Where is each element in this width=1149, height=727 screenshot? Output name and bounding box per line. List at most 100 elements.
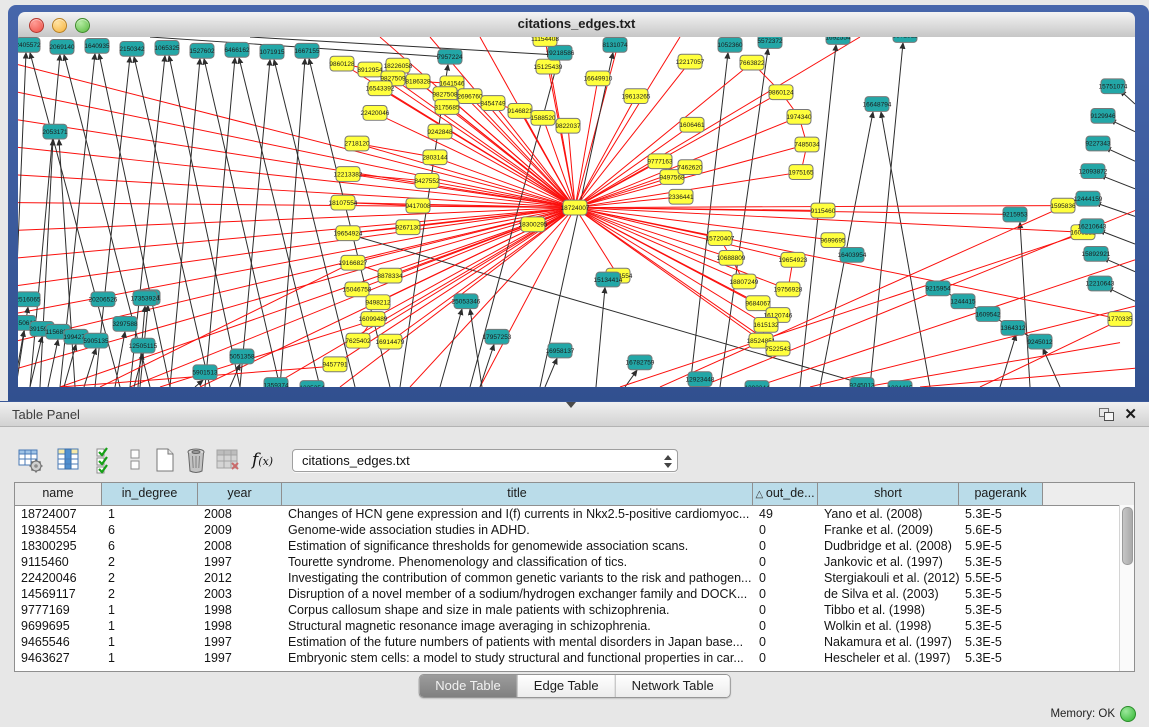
- graph-node[interactable]: 1974340: [786, 109, 812, 124]
- graph-node[interactable]: 12213382: [334, 167, 363, 182]
- graph-node[interactable]: 2516065: [18, 292, 41, 307]
- graph-node[interactable]: 1071915: [259, 44, 285, 59]
- table-cell[interactable]: 1: [102, 634, 198, 650]
- table-select-combo[interactable]: citations_edges.txt: [292, 449, 678, 472]
- graph-node[interactable]: 9777163: [647, 154, 673, 169]
- table-cell[interactable]: 5.3E-5: [959, 586, 1043, 602]
- table-cell[interactable]: Jankovic et al. (1997): [818, 554, 959, 570]
- table-cell[interactable]: Embryonic stem cells: a model to study s…: [282, 650, 753, 666]
- graph-node[interactable]: 16649910: [584, 71, 613, 86]
- graph-node[interactable]: 8131074: [602, 37, 628, 52]
- graph-node[interactable]: 9699695: [820, 233, 846, 248]
- graph-node[interactable]: 18807249: [730, 274, 759, 289]
- table-cell[interactable]: 5.3E-5: [959, 618, 1043, 634]
- table-cell[interactable]: 9777169: [15, 602, 102, 618]
- table-cell[interactable]: Tibbo et al. (1998): [818, 602, 959, 618]
- table-cell[interactable]: Genome-wide association studies in ADHD.: [282, 522, 753, 538]
- graph-node[interactable]: 5905135: [83, 333, 109, 348]
- table-row[interactable]: 1456911722003Disruption of a novel membe…: [15, 586, 1134, 602]
- graph-node[interactable]: 15751074: [1099, 79, 1128, 94]
- float-panel-icon[interactable]: [1099, 408, 1113, 421]
- splitter-grip[interactable]: [566, 402, 576, 408]
- table-cell[interactable]: 1: [102, 650, 198, 666]
- table-cell[interactable]: Hescheler et al. (1997): [818, 650, 959, 666]
- table-cell[interactable]: 49: [753, 506, 818, 522]
- graph-node[interactable]: 9267130: [395, 220, 421, 235]
- close-panel-icon[interactable]: ✕: [1124, 405, 1137, 423]
- graph-node[interactable]: 15720407: [706, 231, 735, 246]
- graph-node[interactable]: 16210643: [1078, 219, 1107, 234]
- table-row[interactable]: 946362711997Embryonic stem cells: a mode…: [15, 650, 1134, 666]
- graph-node[interactable]: 12093872: [1079, 164, 1108, 179]
- table-cell[interactable]: 2: [102, 554, 198, 570]
- table-cell[interactable]: 19384554: [15, 522, 102, 538]
- graph-node[interactable]: 1292344: [744, 381, 770, 387]
- graph-node[interactable]: 5051358: [229, 349, 255, 364]
- table-cell[interactable]: Tourette syndrome. Phenomenology and cla…: [282, 554, 753, 570]
- graph-node[interactable]: 9457791: [322, 357, 348, 372]
- table-cell[interactable]: 2008: [198, 538, 282, 554]
- graph-node[interactable]: 11154408: [531, 37, 559, 46]
- graph-node[interactable]: 1335254: [299, 381, 325, 387]
- graph-node[interactable]: 9417008: [405, 198, 431, 213]
- graph-node[interactable]: 1770335: [1107, 312, 1133, 327]
- graph-node[interactable]: 9860124: [768, 85, 794, 100]
- graph-node[interactable]: 2336441: [668, 189, 694, 204]
- table-cell[interactable]: 0: [753, 570, 818, 586]
- graph-node[interactable]: 16099489: [359, 312, 388, 327]
- table-cell[interactable]: Estimation of the future numbers of pati…: [282, 634, 753, 650]
- table-cell[interactable]: 0: [753, 554, 818, 570]
- graph-node[interactable]: 9146821: [507, 104, 533, 119]
- table-row[interactable]: 1872400712008Changes of HCN gene express…: [15, 506, 1134, 522]
- table-cell[interactable]: Dudbridge et al. (2008): [818, 538, 959, 554]
- column-header-short[interactable]: short: [818, 483, 959, 505]
- graph-node[interactable]: 9227343: [1085, 136, 1111, 151]
- scrollbar-thumb[interactable]: [1122, 507, 1133, 565]
- table-cell[interactable]: Nakamura et al. (1997): [818, 634, 959, 650]
- graph-node[interactable]: 9115460: [811, 203, 836, 218]
- table-row[interactable]: 1830029562008Estimation of significance …: [15, 538, 1134, 554]
- delete-table-button[interactable]: [214, 446, 244, 476]
- table-cell[interactable]: Stergiakouli et al. (2012): [818, 570, 959, 586]
- graph-node[interactable]: 2718120: [344, 136, 370, 151]
- tab-node-table[interactable]: Node Table: [419, 675, 518, 697]
- select-all-button[interactable]: [94, 446, 124, 476]
- graph-node[interactable]: 19218586: [546, 45, 575, 60]
- graph-node[interactable]: 1065325: [154, 40, 180, 55]
- graph-node[interactable]: 7957224: [437, 49, 463, 64]
- graph-node[interactable]: 9860128: [329, 56, 355, 71]
- table-row[interactable]: 1938455462009Genome-wide association stu…: [15, 522, 1134, 538]
- table-cell[interactable]: Investigating the contribution of common…: [282, 570, 753, 586]
- graph-node[interactable]: 1640935: [84, 38, 110, 53]
- table-cell[interactable]: Corpus callosum shape and size in male p…: [282, 602, 753, 618]
- graph-node[interactable]: 16914479: [376, 334, 405, 349]
- column-header-title[interactable]: title: [282, 483, 753, 505]
- graph-node[interactable]: 2069140: [49, 39, 75, 54]
- graph-node[interactable]: 9215953: [1002, 207, 1028, 222]
- select-column-button[interactable]: [54, 446, 84, 476]
- table-cell[interactable]: 9699695: [15, 618, 102, 634]
- graph-node[interactable]: 19654923: [779, 252, 808, 267]
- graph-node[interactable]: 5901513: [192, 365, 218, 380]
- table-row[interactable]: 911546021997Tourette syndrome. Phenomeno…: [15, 554, 1134, 570]
- column-header-year[interactable]: year: [198, 483, 282, 505]
- graph-node[interactable]: 9245012: [1027, 334, 1053, 349]
- graph-node[interactable]: 5572311: [893, 37, 918, 42]
- tab-network-table[interactable]: Network Table: [616, 675, 730, 697]
- graph-node[interactable]: 1244415: [950, 294, 976, 309]
- table-cell[interactable]: 2: [102, 570, 198, 586]
- table-cell[interactable]: Structural magnetic resonance image aver…: [282, 618, 753, 634]
- graph-node[interactable]: 1052360: [717, 37, 743, 52]
- table-cell[interactable]: de Silva et al. (2003): [818, 586, 959, 602]
- graph-node[interactable]: 16958137: [546, 343, 575, 358]
- table-cell[interactable]: 0: [753, 650, 818, 666]
- table-cell[interactable]: 6: [102, 522, 198, 538]
- table-cell[interactable]: 5.5E-5: [959, 570, 1043, 586]
- table-cell[interactable]: 0: [753, 618, 818, 634]
- graph-node[interactable]: 3175685: [434, 100, 460, 115]
- graph-node[interactable]: 2150342: [119, 41, 145, 56]
- table-cell[interactable]: 5.3E-5: [959, 554, 1043, 570]
- table-cell[interactable]: 6: [102, 538, 198, 554]
- table-cell[interactable]: 5.3E-5: [959, 602, 1043, 618]
- column-header-name[interactable]: name: [15, 483, 102, 505]
